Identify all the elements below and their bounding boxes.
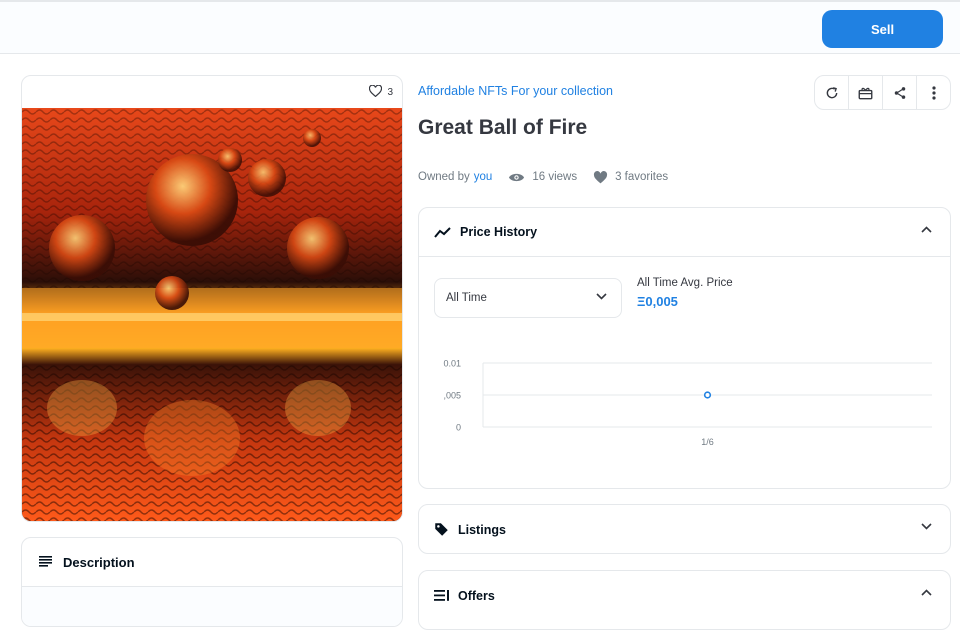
- transfer-button[interactable]: [849, 76, 883, 109]
- price-history-card: Price History All Time All Time Avg. Pri…: [418, 207, 951, 489]
- chart-x-tick-label: 1/6: [701, 437, 714, 447]
- more-button[interactable]: [917, 76, 950, 109]
- offers-card: Offers: [418, 570, 951, 630]
- favorite-heart-icon[interactable]: [369, 84, 383, 100]
- media-card: 3: [21, 75, 403, 522]
- chart-y-tick-label: ,005: [443, 391, 461, 401]
- chart-y-tick-label: 0: [456, 423, 461, 433]
- chevron-down-icon: [596, 293, 607, 300]
- favorites-count[interactable]: 3 favorites: [615, 171, 668, 183]
- share-icon: [894, 86, 905, 99]
- price-history-chart: 0.01 ,005 0 1/6: [443, 359, 932, 447]
- offers-title: Offers: [458, 588, 495, 603]
- listings-header[interactable]: Listings: [419, 505, 950, 554]
- description-body: [22, 587, 402, 626]
- gift-icon: [858, 87, 873, 99]
- eye-icon: [509, 173, 525, 181]
- heart-icon: [593, 170, 608, 183]
- chevron-up-icon: [921, 589, 932, 596]
- refresh-icon: [826, 86, 837, 98]
- views-count: 16 views: [532, 171, 578, 183]
- sell-button[interactable]: Sell: [822, 10, 943, 48]
- price-history-header[interactable]: Price History: [419, 208, 950, 257]
- tag-icon: [435, 523, 448, 536]
- avg-price-value: Ξ0,005: [637, 294, 678, 309]
- owned-by-label: Owned by: [418, 171, 470, 183]
- item-action-group: [814, 75, 951, 110]
- listings-card: Listings: [418, 504, 951, 554]
- description-header[interactable]: Description: [22, 538, 402, 587]
- nft-image[interactable]: [22, 108, 402, 521]
- collection-link[interactable]: Affordable NFTs For your collection: [418, 84, 613, 98]
- description-title: Description: [63, 554, 135, 570]
- avg-price-label: All Time Avg. Price: [637, 277, 733, 289]
- media-header: 3: [22, 76, 402, 108]
- time-range-select[interactable]: All Time: [434, 278, 622, 318]
- refresh-button[interactable]: [815, 76, 849, 109]
- chevron-up-icon: [921, 226, 932, 233]
- favorite-count: 3: [387, 86, 393, 98]
- more-vertical-icon: [931, 85, 936, 100]
- chart-data-point: [703, 391, 712, 399]
- owner-link[interactable]: you: [474, 171, 493, 183]
- share-button[interactable]: [883, 76, 917, 109]
- chart-y-tick-label: 0.01: [443, 359, 461, 369]
- price-history-title: Price History: [460, 225, 538, 239]
- description-lines-icon: [39, 555, 52, 570]
- listings-title: Listings: [458, 522, 506, 537]
- description-card: Description: [21, 537, 403, 627]
- offers-header[interactable]: Offers: [419, 571, 950, 620]
- offers-list-icon: [434, 590, 449, 601]
- item-title: Great Ball of Fire: [418, 116, 588, 139]
- top-bar: Sell: [0, 0, 960, 54]
- chevron-down-icon: [921, 523, 932, 530]
- item-meta-row: Owned by you 16 views 3 favorites: [418, 169, 668, 185]
- time-range-value: All Time: [446, 292, 487, 304]
- trend-line-icon: [434, 226, 451, 238]
